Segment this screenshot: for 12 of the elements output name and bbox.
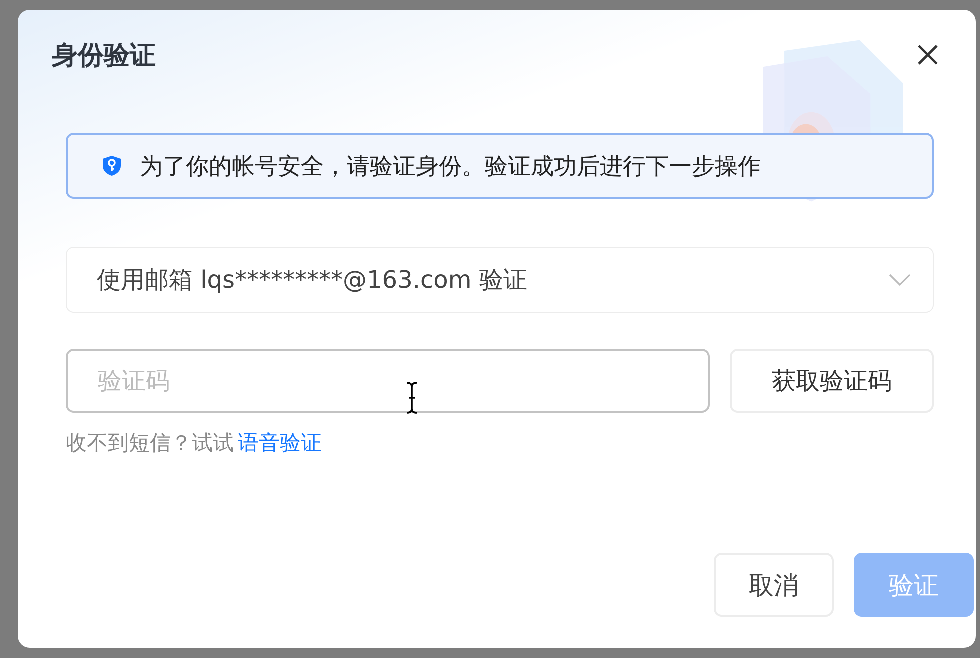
chevron-down-icon [889,274,911,286]
dialog-title: 身份验证 [52,40,156,72]
close-icon[interactable] [916,43,940,67]
text-cursor-icon [406,382,418,414]
shield-key-icon [102,155,122,177]
method-select[interactable]: 使用邮箱 lqs*********@163.com 验证 [66,247,934,313]
cancel-button[interactable]: 取消 [714,553,834,617]
hint-text: 收不到短信？试试 [66,430,234,457]
notice-text: 为了你的帐号安全，请验证身份。验证成功后进行下一步操作 [140,152,761,182]
code-field[interactable]: 验证码 [66,349,710,413]
voice-verify-link[interactable]: 语音验证 [238,429,322,457]
get-code-button[interactable]: 获取验证码 [730,349,934,413]
